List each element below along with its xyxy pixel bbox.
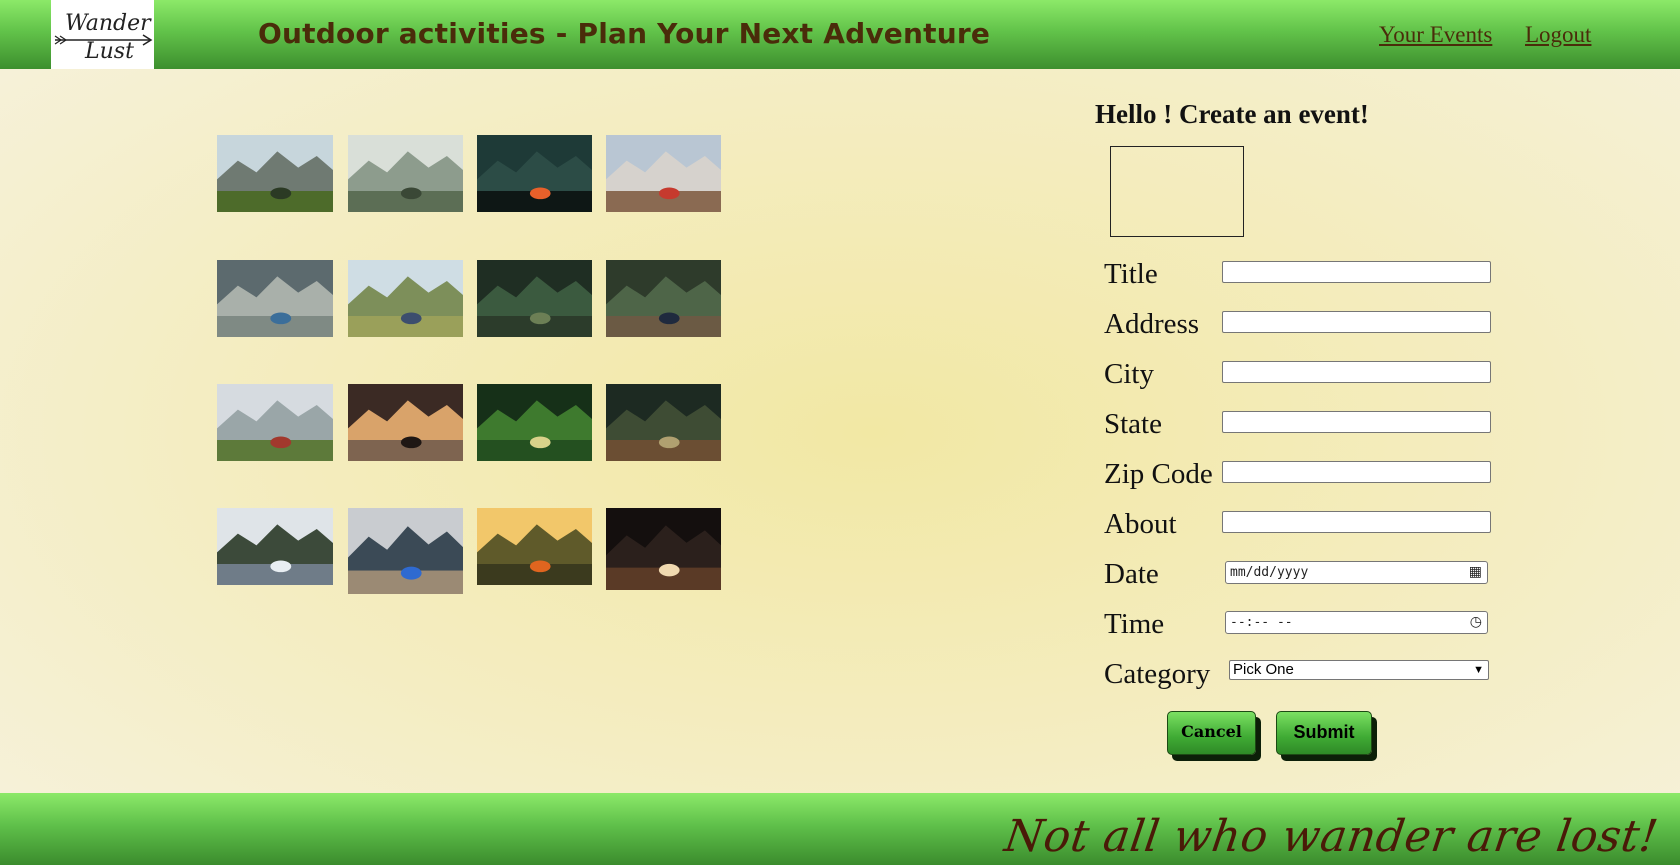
mountain-tent-photo[interactable]	[606, 135, 721, 212]
title-label: Title	[1104, 258, 1158, 290]
zip-code-label: Zip Code	[1104, 458, 1213, 490]
river-rocks-photo[interactable]	[217, 260, 333, 337]
svg-text:Wander: Wander	[65, 11, 152, 36]
date-label: Date	[1104, 558, 1159, 590]
date-placeholder: mm/dd/yyyy	[1230, 565, 1309, 580]
cancel-button-label: Cancel	[1181, 722, 1242, 741]
forest-trail-photo[interactable]	[477, 260, 592, 337]
address-label: Address	[1104, 308, 1200, 340]
category-select[interactable]: Pick One ▼	[1229, 660, 1489, 680]
calendar-icon[interactable]: ▦	[1469, 564, 1482, 580]
your-events-link[interactable]: Your Events	[1379, 22, 1492, 48]
state-label: State	[1104, 408, 1162, 440]
site-footer: Not all who wander are lost!	[0, 793, 1680, 865]
cancel-button[interactable]: Cancel	[1167, 711, 1256, 755]
footer-tagline: Not all who wander are lost!	[1001, 811, 1662, 862]
site-header: Wander Lust Outdoor activities - Plan Yo…	[0, 0, 1680, 69]
wanderlust-logo[interactable]: Wander Lust	[51, 0, 154, 69]
logout-link[interactable]: Logout	[1525, 22, 1591, 48]
time-input[interactable]: --:-- -- ◷	[1225, 611, 1488, 634]
svg-text:Lust: Lust	[84, 39, 134, 64]
mountain-hiker-photo[interactable]	[217, 384, 333, 461]
clock-icon[interactable]: ◷	[1470, 614, 1482, 630]
kayak-bow-photo[interactable]	[217, 508, 333, 585]
orange-tent-photo[interactable]	[477, 508, 592, 585]
image-preview	[1110, 146, 1244, 237]
date-input[interactable]: mm/dd/yyyy ▦	[1225, 561, 1488, 584]
zip-code-input[interactable]	[1222, 461, 1491, 483]
title-input[interactable]	[1222, 261, 1491, 283]
forest-log-walk-photo[interactable]	[606, 260, 721, 337]
logo-icon: Wander Lust	[51, 0, 154, 69]
about-label: About	[1104, 508, 1177, 540]
submit-button-label: Submit	[1293, 722, 1355, 742]
misty-forest-photo[interactable]	[348, 135, 463, 212]
submit-button[interactable]: Submit	[1276, 711, 1372, 755]
form-heading: Hello ! Create an event!	[1095, 99, 1369, 129]
time-label: Time	[1104, 608, 1165, 640]
time-placeholder: --:-- --	[1230, 615, 1293, 630]
dark-woods-photo[interactable]	[606, 384, 721, 461]
kayak-lake-photo[interactable]	[477, 135, 592, 212]
campfire-photo[interactable]	[606, 508, 721, 590]
yosemite-valley-photo[interactable]	[217, 135, 333, 212]
address-input[interactable]	[1222, 311, 1491, 333]
about-input[interactable]	[1222, 511, 1491, 533]
category-selected: Pick One	[1233, 661, 1294, 678]
blue-kayak-shore-photo[interactable]	[348, 508, 463, 594]
green-forest-photo[interactable]	[477, 384, 592, 461]
tent-view-photo[interactable]	[348, 384, 463, 461]
state-input[interactable]	[1222, 411, 1491, 433]
city-input[interactable]	[1222, 361, 1491, 383]
site-title: Outdoor activities - Plan Your Next Adve…	[258, 17, 991, 50]
category-label: Category	[1104, 658, 1211, 690]
hikers-meadow-photo[interactable]	[348, 260, 463, 337]
city-label: City	[1104, 358, 1154, 390]
chevron-down-icon: ▼	[1473, 664, 1484, 676]
